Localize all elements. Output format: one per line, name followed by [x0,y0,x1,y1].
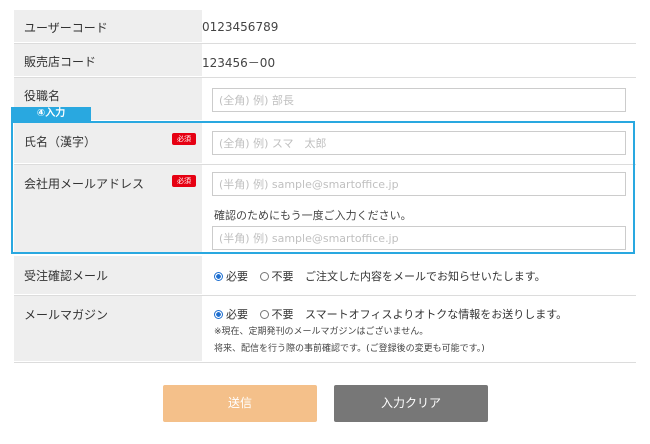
magazine-no-radio[interactable] [259,310,269,319]
order-mail-description: ご注文した内容をメールでお知らせいたします。 [305,270,546,283]
clear-button[interactable]: 入力クリア [334,385,488,422]
divider [14,362,636,363]
magazine-description: スマートオフィスよりオトクな情報をお送りします。 [305,308,568,321]
label-cell-magazine: メールマガジン [14,296,202,361]
magazine-note-1: ※現在、定期発刊のメールマガジンはございません。 [214,327,429,337]
title-label: 役職名 [24,89,61,103]
magazine-yes-radio[interactable] [214,310,223,319]
user-code-label: ユーザーコード [24,21,108,35]
order-mail-no-label[interactable]: 不要 [272,270,294,283]
order-mail-label: 受注確認メール [24,269,109,283]
magazine-options: 必要 不要 スマートオフィスよりオトクな情報をお送りします。 [214,306,567,322]
label-cell-user-code: ユーザーコード [14,10,202,42]
store-code-label: 販売店コード [24,55,97,69]
annotation-tab: ④入力 [11,107,91,121]
user-code-value: 0123456789 [202,20,279,34]
magazine-yes-label[interactable]: 必要 [226,308,248,321]
title-input[interactable] [212,88,626,112]
label-cell-order-mail: 受注確認メール [14,256,202,294]
order-mail-options: 必要 不要 ご注文した内容をメールでお知らせいたします。 [214,268,546,284]
submit-button[interactable]: 送信 [163,385,317,422]
magazine-label: メールマガジン [24,308,109,322]
magazine-no-label[interactable]: 不要 [272,308,294,321]
store-code-value: 123456－00 [202,56,276,70]
order-mail-no-radio[interactable] [259,272,269,281]
order-mail-yes-label[interactable]: 必要 [226,270,248,283]
label-cell-store-code: 販売店コード [14,44,202,76]
highlight-frame [11,121,635,254]
magazine-note-2: 将来、配信を行う際の事前確認です。(ご登録後の変更も可能です。) [214,344,485,354]
order-mail-yes-radio[interactable] [214,272,223,281]
